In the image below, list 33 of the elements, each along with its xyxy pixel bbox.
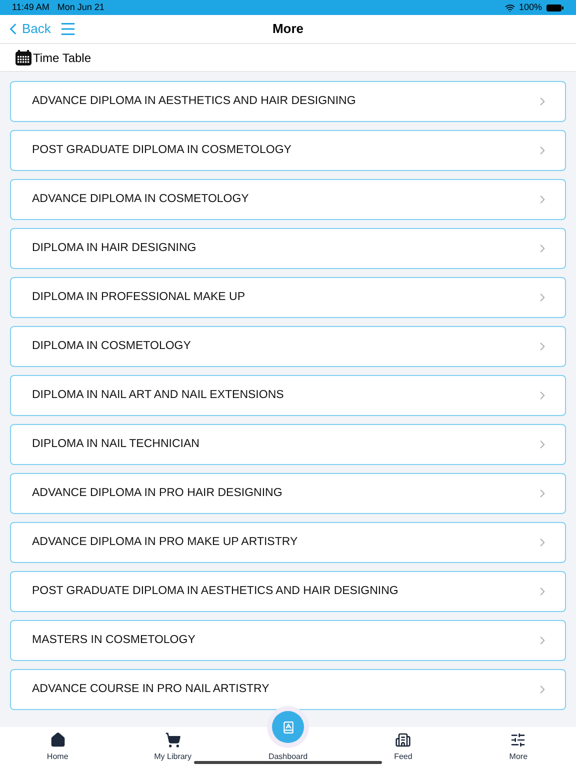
course-item[interactable]: ADVANCE DIPLOMA IN PRO HAIR DESIGNING	[10, 473, 566, 514]
tab-item[interactable]: Feed	[346, 727, 461, 768]
course-item[interactable]: DIPLOMA IN NAIL ART AND NAIL EXTENSIONS	[10, 375, 566, 416]
course-item[interactable]: ADVANCE DIPLOMA IN PRO MAKE UP ARTISTRY	[10, 522, 566, 563]
course-item[interactable]: DIPLOMA IN HAIR DESIGNING	[10, 228, 566, 269]
status-date: Mon Jun 21	[57, 0, 104, 14]
course-item[interactable]: POST GRADUATE DIPLOMA IN AESTHETICS AND HAIR DESIGNING	[10, 571, 566, 612]
menu-icon[interactable]	[58, 20, 77, 38]
home-icon	[50, 732, 66, 748]
battery-percent: 100%	[518, 0, 542, 14]
status-time: 11:49 AM	[12, 0, 50, 14]
tab-item[interactable]: More	[460, 727, 576, 768]
wifi-icon	[504, 2, 515, 12]
cart-icon	[164, 732, 181, 748]
course-item[interactable]: ADVANCE DIPLOMA IN COSMETOLOGY	[10, 179, 566, 220]
battery-icon	[546, 4, 564, 12]
tab-item[interactable]: Home	[0, 727, 116, 768]
nav-title: More	[272, 20, 304, 38]
course-item[interactable]: MASTERS IN COSMETOLOGY	[10, 620, 566, 661]
building-icon	[395, 732, 412, 748]
tab-item[interactable]: My Library	[115, 727, 230, 768]
course-item[interactable]: DIPLOMA IN COSMETOLOGY	[10, 326, 566, 367]
course-item[interactable]: POST GRADUATE DIPLOMA IN COSMETOLOGY	[10, 130, 566, 171]
course-item[interactable]: ADVANCE DIPLOMA IN AESTHETICS AND HAIR DESIGNING	[10, 81, 566, 122]
course-item[interactable]: ADVANCE COURSE IN PRO NAIL ARTISTRY	[10, 669, 566, 710]
tab-item[interactable]: Dashboard	[230, 727, 346, 768]
section-label: Time Table	[33, 50, 92, 66]
book-icon	[282, 720, 294, 734]
course-item[interactable]: DIPLOMA IN NAIL TECHNICIAN	[10, 424, 566, 465]
course-item[interactable]: DIPLOMA IN PROFESSIONAL MAKE UP	[10, 277, 566, 318]
dashboard-button[interactable]	[272, 711, 304, 743]
calendar-icon	[15, 50, 32, 66]
sliders-icon	[510, 732, 526, 748]
